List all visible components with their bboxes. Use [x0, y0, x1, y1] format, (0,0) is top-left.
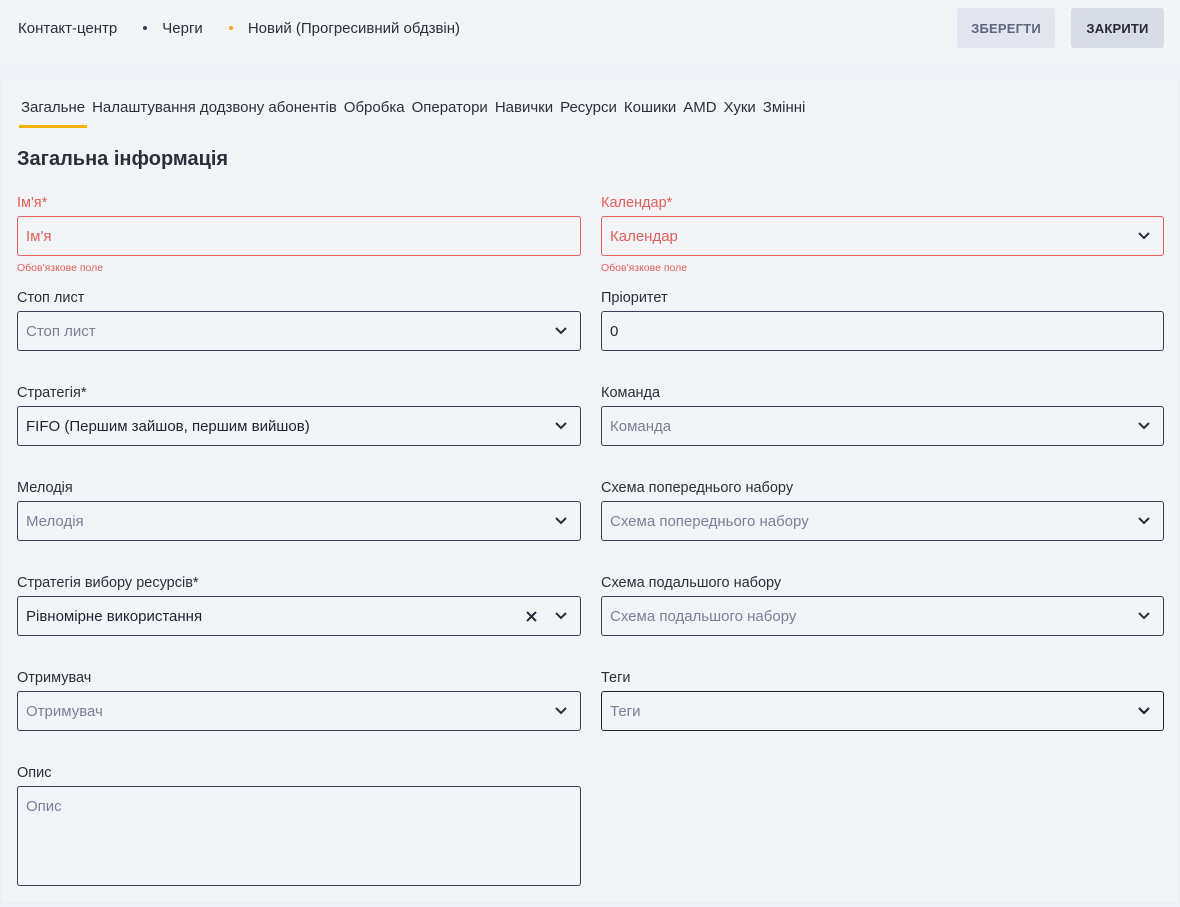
- priority-value: 0: [610, 322, 619, 340]
- tab-resources[interactable]: Ресурси: [558, 98, 619, 128]
- tab-baskets[interactable]: Кошики: [622, 98, 678, 128]
- priority-input[interactable]: 0: [601, 311, 1164, 351]
- team-placeholder: Команда: [610, 417, 672, 435]
- recipient-label: Отримувач: [17, 670, 92, 686]
- strategy-value: FIFO (Першим зайшов, першим вийшов): [26, 417, 310, 435]
- tab-skills[interactable]: Навички: [493, 98, 555, 128]
- stop-list-placeholder: Стоп лист: [26, 322, 96, 340]
- chevron-down-icon[interactable]: [554, 421, 568, 431]
- resource-strategy-select[interactable]: Рівномірне використання: [17, 596, 581, 636]
- tab-hooks[interactable]: Хуки: [722, 98, 758, 128]
- tab-operators[interactable]: Оператори: [410, 98, 490, 128]
- post-dial-scheme-placeholder: Схема подальшого набору: [610, 607, 797, 625]
- pre-dial-scheme-label: Схема попереднього набору: [601, 480, 794, 496]
- post-dial-scheme-select[interactable]: Схема подальшого набору: [601, 596, 1164, 636]
- calendar-label: Календар*: [601, 195, 673, 211]
- breadcrumb-current-dot: [228, 26, 233, 30]
- chevron-down-icon[interactable]: [1137, 611, 1151, 621]
- breadcrumb: Контакт-центр Черги Новий (Прогресивний …: [18, 19, 460, 37]
- tags-label: Теги: [601, 670, 631, 686]
- name-placeholder: Ім'я: [26, 227, 52, 245]
- post-dial-scheme-label: Схема подальшого набору: [601, 575, 782, 591]
- team-select[interactable]: Команда: [601, 406, 1164, 446]
- tab-general[interactable]: Загальне: [19, 98, 88, 128]
- tab-dial-settings[interactable]: Налаштування додзвону абонентів: [90, 98, 339, 128]
- description-textarea[interactable]: Опис: [17, 786, 581, 886]
- priority-label: Пріоритет: [601, 290, 668, 306]
- tab-processing[interactable]: Обробка: [342, 98, 407, 128]
- calendar-placeholder: Календар: [610, 227, 678, 245]
- description-placeholder: Опис: [26, 798, 62, 815]
- recipient-select[interactable]: Отримувач: [17, 691, 581, 731]
- tab-variables[interactable]: Змінні: [761, 98, 808, 128]
- breadcrumb-separator-dot: [143, 26, 148, 30]
- pre-dial-scheme-select[interactable]: Схема попереднього набору: [601, 501, 1164, 541]
- name-label: Ім'я*: [17, 195, 48, 211]
- chevron-down-icon[interactable]: [554, 516, 568, 526]
- tab-amd[interactable]: AMD: [681, 98, 718, 128]
- chevron-down-icon[interactable]: [554, 326, 568, 336]
- melody-label: Мелодія: [17, 480, 73, 496]
- breadcrumb-item-queues[interactable]: Черги: [162, 20, 203, 37]
- stop-list-label: Стоп лист: [17, 290, 85, 306]
- tab-bar: Загальне Налаштування додзвону абонентів…: [19, 98, 810, 128]
- name-error-text: Обов'язкове поле: [17, 262, 104, 274]
- resource-strategy-value: Рівномірне використання: [26, 607, 203, 625]
- chevron-down-icon[interactable]: [554, 611, 568, 621]
- main-panel: Загальне Налаштування додзвону абонентів…: [2, 80, 1178, 902]
- clear-icon[interactable]: [525, 610, 538, 623]
- chevron-down-icon[interactable]: [1137, 706, 1151, 716]
- breadcrumb-item-current: Новий (Прогресивний обдзвін): [247, 19, 461, 37]
- tags-placeholder: Теги: [610, 702, 641, 720]
- melody-select[interactable]: Мелодія: [17, 501, 581, 541]
- recipient-placeholder: Отримувач: [26, 702, 103, 720]
- close-button[interactable]: ЗАКРИТИ: [1071, 8, 1164, 48]
- resource-strategy-label: Стратегія вибору ресурсів*: [17, 575, 199, 591]
- team-label: Команда: [601, 385, 661, 401]
- stop-list-select[interactable]: Стоп лист: [17, 311, 581, 351]
- calendar-error-text: Обов'язкове поле: [601, 262, 688, 274]
- name-input[interactable]: Ім'я: [17, 216, 581, 256]
- section-title: Загальна інформація: [17, 148, 229, 170]
- chevron-down-icon[interactable]: [1137, 231, 1151, 241]
- strategy-label: Стратегія*: [17, 385, 87, 401]
- save-button[interactable]: ЗБЕРЕГТИ: [957, 8, 1055, 48]
- chevron-down-icon[interactable]: [1137, 421, 1151, 431]
- top-bar: Контакт-центр Черги Новий (Прогресивний …: [0, 0, 1180, 64]
- breadcrumb-item-contact-center[interactable]: Контакт-центр: [18, 20, 117, 37]
- pre-dial-scheme-placeholder: Схема попереднього набору: [610, 512, 809, 530]
- description-label: Опис: [17, 765, 52, 781]
- chevron-down-icon[interactable]: [554, 706, 568, 716]
- chevron-down-icon[interactable]: [1137, 516, 1151, 526]
- melody-placeholder: Мелодія: [26, 512, 84, 530]
- calendar-select[interactable]: Календар: [601, 216, 1164, 256]
- strategy-select[interactable]: FIFO (Першим зайшов, першим вийшов): [17, 406, 581, 446]
- tags-select[interactable]: Теги: [601, 691, 1164, 731]
